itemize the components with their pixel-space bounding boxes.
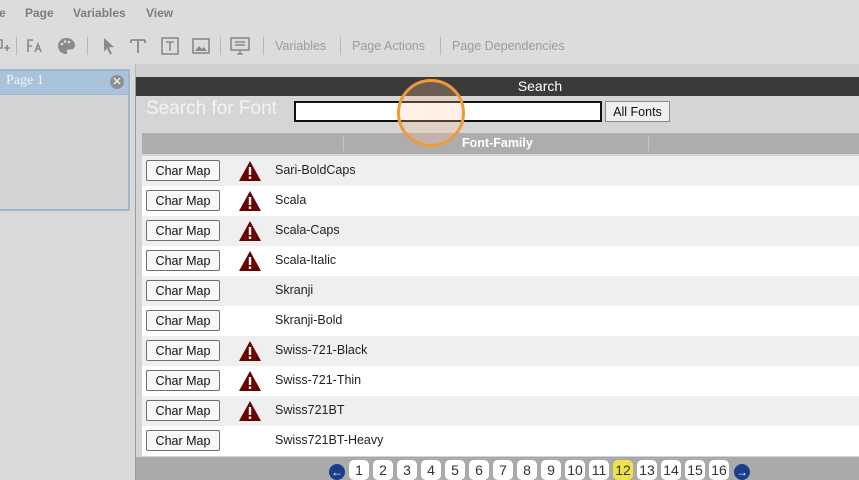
table-header: Font-Family: [142, 133, 859, 154]
palette-icon[interactable]: [55, 36, 77, 56]
next-page-arrow-icon[interactable]: →: [734, 464, 750, 480]
warning-triangle-icon: [238, 160, 262, 182]
text-style-icon[interactable]: [25, 36, 47, 56]
dialog-title: Search: [517, 78, 563, 94]
menu-item-file[interactable]: e: [0, 6, 6, 20]
column-header-font-family[interactable]: Font-Family: [462, 136, 533, 150]
warning-triangle-icon: [238, 250, 262, 272]
table-row[interactable]: Char Map Scala-Italic: [142, 246, 859, 276]
font-family-name: Swiss721BT-Heavy: [275, 433, 384, 447]
toolbar-separator: [220, 37, 221, 55]
preview-monitor-icon[interactable]: [229, 36, 251, 56]
add-shape-icon[interactable]: [0, 36, 14, 56]
table-row[interactable]: Char Map Skranji-Bold: [142, 306, 859, 336]
char-map-button[interactable]: Char Map: [146, 280, 220, 301]
char-map-button[interactable]: Char Map: [146, 430, 220, 451]
char-map-button[interactable]: Char Map: [146, 340, 220, 361]
canvas-header-strip: [135, 64, 859, 78]
table-row[interactable]: Char Map Scala-Caps: [142, 216, 859, 246]
table-row[interactable]: Char Map Swiss721BT-Heavy: [142, 426, 859, 456]
page-number-10[interactable]: 10: [565, 460, 585, 480]
char-map-button[interactable]: Char Map: [146, 370, 220, 391]
warning-triangle-icon: [238, 190, 262, 212]
table-row[interactable]: Char Map Sari-BoldCaps: [142, 156, 859, 186]
table-row[interactable]: Char Map Swiss721BT: [142, 396, 859, 426]
table-row[interactable]: Char Map Scala: [142, 186, 859, 216]
page-number-8[interactable]: 8: [517, 460, 537, 480]
table-row[interactable]: Char Map Swiss-721-Thin: [142, 366, 859, 396]
char-map-button[interactable]: Char Map: [146, 160, 220, 181]
table-row[interactable]: Char Map Skranji: [142, 276, 859, 306]
menu-item-variables[interactable]: Variables: [73, 6, 126, 20]
column-divider: [343, 136, 344, 151]
toolbar-separator: [87, 37, 88, 55]
text-tool-icon[interactable]: [127, 36, 149, 56]
close-icon[interactable]: ✕: [110, 75, 124, 89]
page-tab-title: Page 1: [6, 73, 44, 88]
image-icon[interactable]: [190, 36, 212, 56]
page-number-9[interactable]: 9: [541, 460, 561, 480]
page-number-5[interactable]: 5: [445, 460, 465, 480]
page-number-3[interactable]: 3: [397, 460, 417, 480]
char-map-button[interactable]: Char Map: [146, 220, 220, 241]
page-dependencies-button[interactable]: Page Dependencies: [452, 39, 565, 53]
menu-item-view[interactable]: View: [146, 6, 173, 20]
page-tab-header[interactable]: Page 1 ✕: [0, 71, 128, 95]
all-fonts-button[interactable]: All Fonts: [605, 101, 670, 122]
menu-bar: e Page Variables View: [0, 0, 859, 28]
pointer-icon[interactable]: [97, 36, 119, 56]
char-map-button[interactable]: Char Map: [146, 250, 220, 271]
font-family-name: Swiss-721-Black: [275, 343, 368, 357]
page-number-12[interactable]: 12: [613, 460, 633, 480]
search-label: Search for Font: [146, 98, 277, 119]
page-number-13[interactable]: 13: [637, 460, 657, 480]
page-number-14[interactable]: 14: [661, 460, 681, 480]
dialog-title-bar[interactable]: Search: [136, 77, 859, 96]
table-row[interactable]: Char Map Swiss-721-Black: [142, 336, 859, 366]
page-number-1[interactable]: 1: [349, 460, 369, 480]
font-family-name: Sari-BoldCaps: [275, 163, 356, 177]
font-family-name: Swiss-721-Thin: [275, 373, 362, 387]
text-box-icon[interactable]: [159, 36, 181, 56]
font-family-name: Skranji: [275, 283, 314, 297]
page-number-2[interactable]: 2: [373, 460, 393, 480]
font-search-input[interactable]: [294, 101, 602, 122]
page-actions-button[interactable]: Page Actions: [352, 39, 425, 53]
char-map-button[interactable]: Char Map: [146, 310, 220, 331]
page-panel: Page 1 ✕: [0, 69, 130, 211]
warning-triangle-icon: [238, 340, 262, 362]
page-number-16[interactable]: 16: [709, 460, 729, 480]
warning-triangle-icon: [238, 220, 262, 242]
warning-triangle-icon: [238, 370, 262, 392]
toolbar-separator: [340, 37, 341, 55]
page-number-4[interactable]: 4: [421, 460, 441, 480]
warning-triangle-icon: [238, 400, 262, 422]
page-number-6[interactable]: 6: [469, 460, 489, 480]
variables-button[interactable]: Variables: [275, 39, 326, 53]
font-family-name: Skranji-Bold: [275, 313, 343, 327]
menu-item-page[interactable]: Page: [25, 6, 54, 20]
pagination: ← 1 2 3 4 5 6 7 8 9 10 11 12 13 14 15 16 →: [136, 457, 859, 480]
toolbar-separator: [16, 37, 17, 55]
prev-page-arrow-icon[interactable]: ←: [329, 464, 345, 480]
column-divider: [648, 136, 649, 151]
font-family-name: Scala: [275, 193, 307, 207]
font-search-dialog: Search Search for Font All Fonts Font-Fa…: [135, 77, 859, 480]
toolbar-separator: [263, 37, 264, 55]
page-number-15[interactable]: 15: [685, 460, 705, 480]
char-map-button[interactable]: Char Map: [146, 190, 220, 211]
font-family-name: Swiss721BT: [275, 403, 345, 417]
toolbar-separator: [440, 37, 441, 55]
font-family-name: Scala-Italic: [275, 253, 337, 267]
toolbar: Variables Page Actions Page Dependencies: [0, 28, 859, 64]
char-map-button[interactable]: Char Map: [146, 400, 220, 421]
page-number-7[interactable]: 7: [493, 460, 513, 480]
font-family-name: Scala-Caps: [275, 223, 340, 237]
page-number-11[interactable]: 11: [589, 460, 609, 480]
